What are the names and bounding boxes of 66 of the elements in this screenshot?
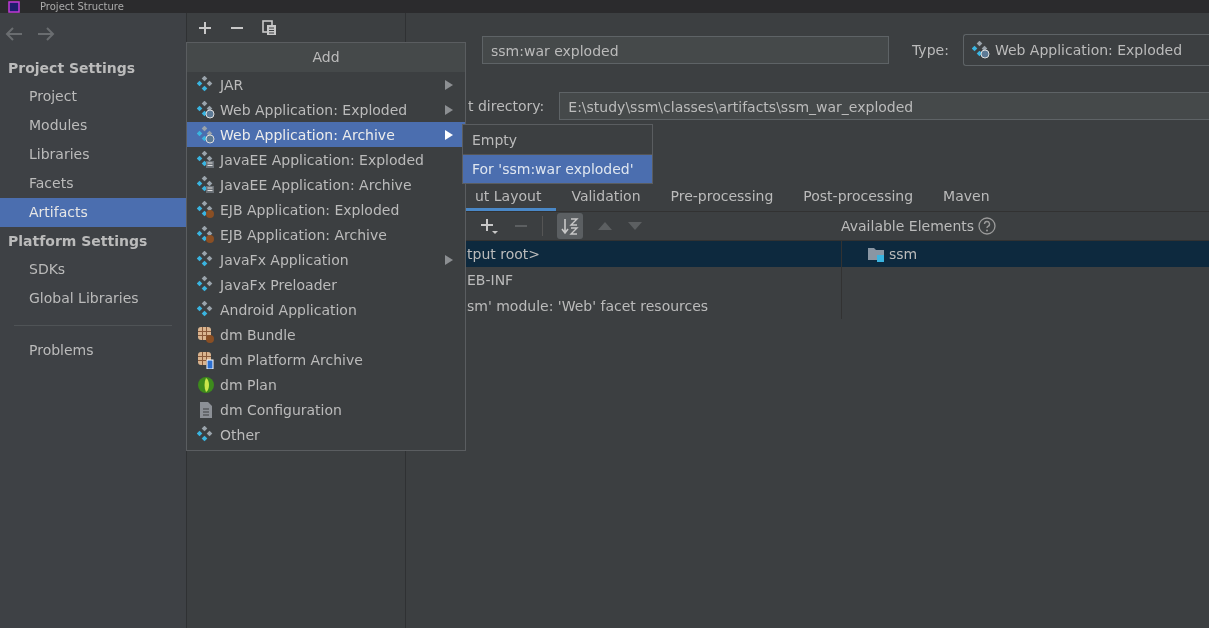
diamond-bean-icon (197, 200, 215, 219)
document-icon (197, 400, 215, 419)
menu-item[interactable]: JavaFx Preloader (187, 272, 465, 297)
menu-item[interactable]: JavaEE Application: Exploded (187, 147, 465, 172)
sort-icon[interactable] (557, 213, 583, 239)
forward-arrow-icon[interactable] (37, 27, 55, 41)
diamond-globe-icon (197, 125, 215, 144)
menu-item[interactable]: Other (187, 422, 465, 447)
sidebar-item[interactable]: Modules (0, 111, 186, 140)
grid-bean-icon (197, 325, 215, 344)
sidebar-item[interactable]: Artifacts (0, 198, 186, 227)
menu-item[interactable]: dm Platform Archive (187, 347, 465, 372)
diamond-globe-icon (971, 41, 990, 59)
menu-item[interactable]: Empty (463, 125, 652, 154)
tree-row[interactable]: tput root> (467, 241, 841, 267)
tree-row[interactable]: sm' module: 'Web' facet resources (467, 293, 841, 319)
grid-figure-icon (197, 350, 215, 369)
output-directory-field[interactable]: E:\study\ssm\classes\artifacts\ssm_war_exploded (559, 92, 1209, 120)
diamond-box-icon (197, 175, 215, 194)
menu-title: Add (187, 43, 465, 72)
tab[interactable]: Maven (928, 184, 1005, 211)
sidebar-item[interactable]: Facets (0, 169, 186, 198)
menu-item[interactable]: EJB Application: Archive (187, 222, 465, 247)
menu-item[interactable]: dm Configuration (187, 397, 465, 422)
copy-icon[interactable] (262, 20, 277, 36)
section-heading: Platform Settings (7, 232, 149, 251)
back-arrow-icon[interactable] (5, 27, 23, 41)
menu-item[interactable]: Web Application: Exploded (187, 97, 465, 122)
menu-item[interactable]: For 'ssm:war exploded' (463, 154, 652, 183)
diamond-globe-icon (197, 100, 215, 119)
sidebar-item[interactable]: Libraries (0, 140, 186, 169)
diamond-icon (197, 75, 215, 94)
diamond-icon (197, 250, 215, 269)
sidebar-item[interactable]: Project (0, 82, 186, 111)
help-icon[interactable] (978, 217, 997, 235)
diamond-icon (197, 275, 215, 294)
tab[interactable]: Validation (556, 184, 656, 211)
diamond-icon (197, 300, 215, 319)
window-title: Project Structure (40, 0, 124, 13)
sidebar-item[interactable]: Global Libraries (0, 284, 186, 313)
available-elements-heading: Available Elements (841, 218, 975, 234)
name-field[interactable]: ssm:war exploded (482, 36, 889, 64)
type-label: Type: (912, 42, 949, 58)
diamond-icon (197, 425, 215, 444)
tree-row[interactable]: EB-INF (467, 267, 841, 293)
add-dropdown-icon[interactable] (480, 217, 500, 235)
menu-item[interactable]: dm Plan (187, 372, 465, 397)
tab[interactable]: Post-processing (788, 184, 929, 211)
menu-item[interactable]: dm Bundle (187, 322, 465, 347)
menu-item[interactable]: JavaFx Application (187, 247, 465, 272)
sphere-icon (197, 375, 215, 394)
tab[interactable]: Pre-processing (655, 184, 789, 211)
type-dropdown[interactable]: Web Application: Exploded (962, 34, 1209, 66)
menu-item[interactable]: Web Application: Archive (187, 122, 465, 147)
add-icon[interactable] (198, 21, 212, 35)
folder-icon (867, 246, 885, 262)
menu-item[interactable]: Android Application (187, 297, 465, 322)
available-element[interactable]: ssm (889, 241, 918, 267)
diamond-bean-icon (197, 225, 215, 244)
sidebar-item[interactable]: Problems (0, 336, 186, 365)
section-heading: Project Settings (7, 59, 137, 78)
diamond-box-icon (197, 150, 215, 169)
output-directory-label: t directory: (468, 98, 545, 114)
menu-item[interactable]: JAR (187, 72, 465, 97)
sidebar-item[interactable]: SDKs (0, 255, 186, 284)
app-icon (8, 0, 20, 13)
